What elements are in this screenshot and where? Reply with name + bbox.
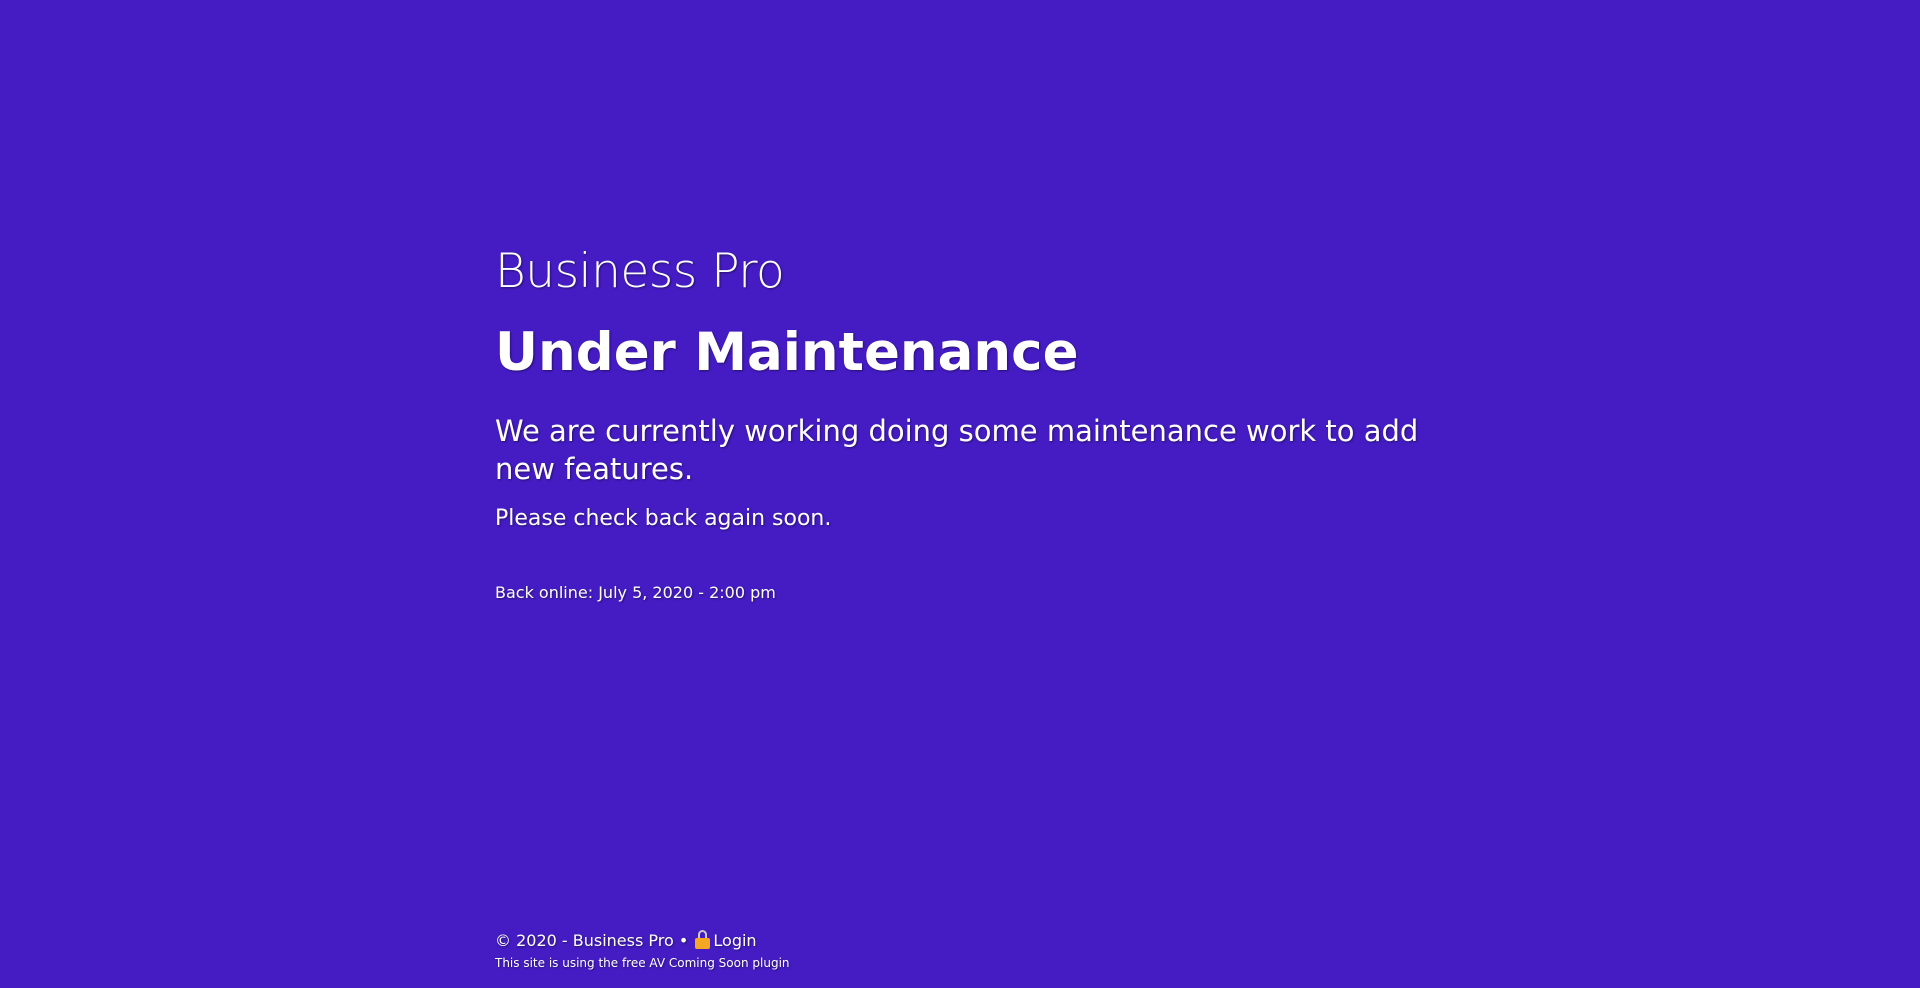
footer: © 2020 - Business Pro • Login This site … <box>495 930 1395 971</box>
login-label: Login <box>713 931 757 950</box>
check-back-message: Please check back again soon. <box>495 506 832 531</box>
site-title: Business Pro <box>495 244 785 299</box>
maintenance-message: We are currently working doing some main… <box>495 414 1419 486</box>
copyright-text: © 2020 - Business Pro • <box>495 931 689 950</box>
plugin-note: This site is using the free AV Coming So… <box>495 956 790 970</box>
back-online-date: Back online: July 5, 2020 - 2:00 pm <box>495 583 776 602</box>
footer-line: © 2020 - Business Pro • Login <box>495 930 1395 952</box>
maintenance-content: Business Pro Under Maintenance We are cu… <box>495 244 1455 604</box>
login-link[interactable]: Login <box>693 930 757 950</box>
lock-icon <box>695 930 711 949</box>
page-title: Under Maintenance <box>495 322 1079 383</box>
